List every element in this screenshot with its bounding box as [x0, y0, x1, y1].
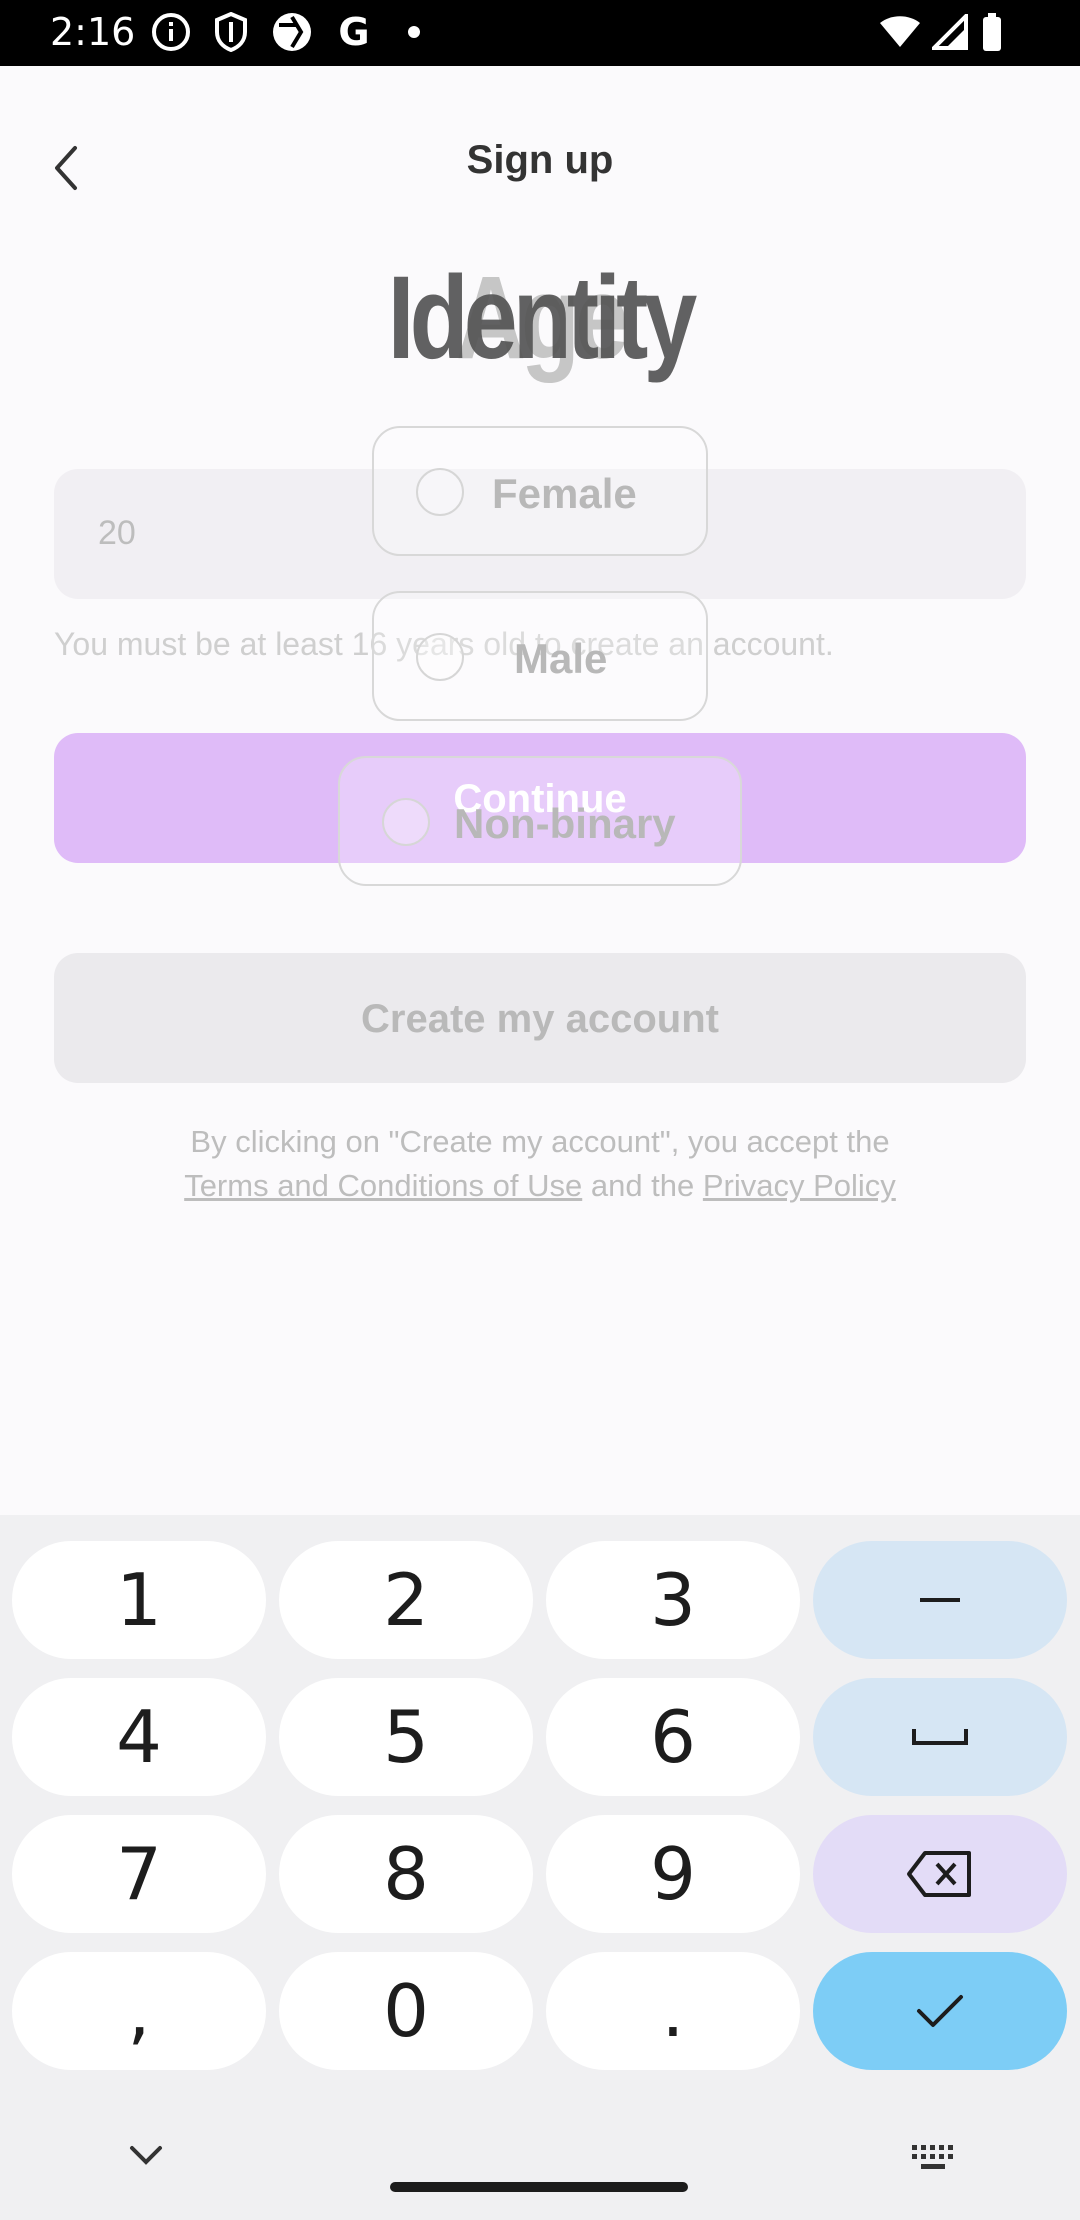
key-3[interactable]: 3 [546, 1541, 800, 1659]
gender-label-male: Male [514, 635, 608, 682]
check-icon [917, 1995, 963, 2027]
create-account-label: Create my account [361, 997, 719, 1041]
key-7[interactable]: 7 [12, 1815, 266, 1933]
key-8[interactable]: 8 [279, 1815, 533, 1933]
battery-icon [980, 12, 1004, 52]
legal-and-text: and the [582, 1168, 703, 1203]
legal-line-2: Terms and Conditions of Use and the Priv… [0, 1164, 1080, 1208]
terms-link[interactable]: Terms and Conditions of Use [184, 1168, 582, 1203]
privacy-link[interactable]: Privacy Policy [703, 1168, 896, 1203]
status-bar: 2:16 G [0, 0, 1080, 66]
keyboard-icon [912, 2145, 953, 2169]
key-comma[interactable]: , [12, 1952, 266, 2070]
keyboard-switch-button[interactable] [910, 2143, 956, 2173]
radio-button[interactable] [382, 798, 430, 846]
gender-option-nonbinary[interactable]: Non-binary [338, 756, 742, 886]
key-1[interactable]: 1 [12, 1541, 266, 1659]
numeric-keyboard: 1 2 3 4 5 6 7 8 9 , 0 . [0, 1515, 1080, 2220]
legal-notice: By clicking on "Create my account", you … [0, 1120, 1080, 1208]
shield-icon [212, 12, 250, 52]
wifi-icon [878, 12, 922, 52]
key-done[interactable] [813, 1952, 1067, 2070]
key-9[interactable]: 9 [546, 1815, 800, 1933]
dot-icon [404, 12, 424, 52]
gender-label-female: Female [492, 470, 637, 517]
key-minus[interactable] [813, 1541, 1067, 1659]
signal-icon [930, 12, 970, 52]
home-indicator[interactable] [390, 2182, 688, 2192]
backspace-icon [907, 1851, 971, 1897]
age-input-value: 20 [98, 514, 136, 552]
key-0[interactable]: 0 [279, 1952, 533, 2070]
identity-heading: Identity [387, 252, 698, 384]
hide-keyboard-button[interactable] [126, 2140, 166, 2180]
gender-option-male[interactable]: Male [372, 591, 708, 721]
radio-button[interactable] [416, 468, 464, 516]
key-period[interactable]: . [546, 1952, 800, 2070]
status-time: 2:16 [50, 10, 136, 54]
gender-option-female[interactable]: Female [372, 426, 708, 556]
key-space[interactable] [813, 1678, 1067, 1796]
legal-line-1: By clicking on "Create my account", you … [190, 1124, 890, 1159]
radio-button[interactable] [416, 633, 464, 681]
aperture-icon [270, 12, 314, 52]
chevron-down-icon [130, 2146, 162, 2165]
key-2[interactable]: 2 [279, 1541, 533, 1659]
key-5[interactable]: 5 [279, 1678, 533, 1796]
google-g-icon: G [338, 10, 370, 54]
key-4[interactable]: 4 [12, 1678, 266, 1796]
key-backspace[interactable] [813, 1815, 1067, 1933]
key-6[interactable]: 6 [546, 1678, 800, 1796]
info-icon [150, 12, 192, 52]
create-account-button[interactable]: Create my account [54, 953, 1026, 1083]
signup-screen: Sign up Age Identity 20 You must be at l… [0, 66, 1080, 1515]
page-title: Sign up [466, 138, 614, 182]
space-icon [912, 1729, 968, 1745]
gender-label-nonbinary: Non-binary [454, 800, 676, 847]
minus-icon [920, 1598, 960, 1602]
